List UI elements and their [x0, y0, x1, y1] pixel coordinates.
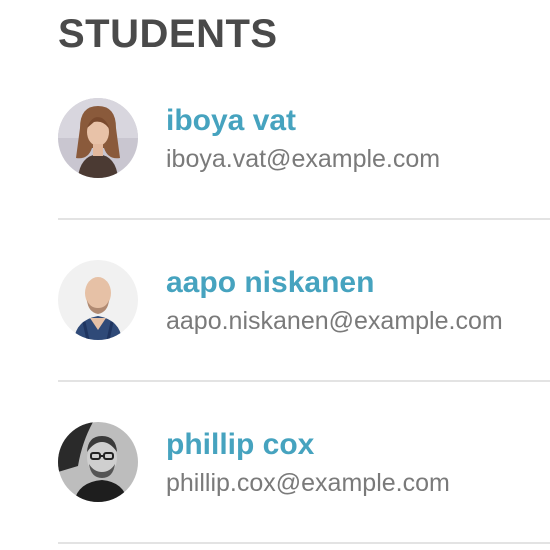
student-list: iboya vat iboya.vat@example.com aapo nis… [58, 58, 550, 544]
student-name-link[interactable]: phillip cox [166, 428, 314, 462]
student-name-link[interactable]: aapo niskanen [166, 266, 374, 300]
avatar[interactable] [58, 422, 138, 502]
woman-portrait-photo [58, 98, 138, 178]
man-with-glasses-bw-photo [58, 422, 138, 502]
avatar[interactable] [58, 260, 138, 340]
bald-man-portrait-photo [58, 260, 138, 340]
student-email: iboya.vat@example.com [166, 145, 441, 173]
avatar[interactable] [58, 98, 138, 178]
list-item: iboya vat iboya.vat@example.com [58, 58, 550, 220]
list-item: phillip cox phillip.cox@example.com [58, 382, 550, 544]
student-email: aapo.niskanen@example.com [166, 307, 503, 335]
page-title: STUDENTS [58, 12, 278, 56]
list-item: aapo niskanen aapo.niskanen@example.com [58, 220, 550, 382]
student-email: phillip.cox@example.com [166, 469, 450, 497]
student-name-link[interactable]: iboya vat [166, 104, 296, 138]
students-panel: STUDENTS iboya vat iboya.vat@example.com [0, 0, 550, 550]
